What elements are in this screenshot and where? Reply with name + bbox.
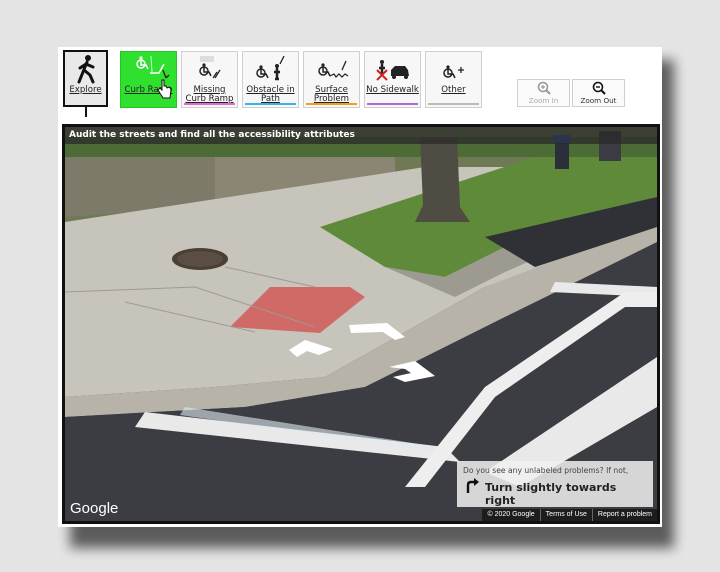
other-label: Other [441,85,466,95]
report-problem-link[interactable]: Report a problem [591,509,657,521]
no-sidewalk-label: No Sidewalk [366,85,419,95]
audit-app: Explore Curb Ramp Missing Curb Ramp Obst… [58,47,662,527]
other-icon [426,52,481,86]
obstacle-label: Obstacle in Path [246,85,295,104]
obstacle-button[interactable]: Obstacle in Path [242,51,299,108]
obstacle-color-bar [245,103,296,105]
missing-curb-ramp-button[interactable]: Missing Curb Ramp [181,51,238,108]
zoom-out-label: Zoom Out [580,96,617,105]
copyright-text: © 2020 Google [487,511,535,518]
prompt-action-label: Turn slightly towards right [485,481,617,507]
no-sidewalk-button[interactable]: No Sidewalk [364,51,421,108]
map-footer: © 2020 Google Terms of Use Report a prob… [482,509,657,521]
zoom-out-button[interactable]: Zoom Out [572,79,625,107]
surface-problem-button[interactable]: Surface Problem [303,51,360,108]
prompt-question: Do you see any unlabeled problems? If no… [463,466,629,475]
zoom-in-icon [518,80,569,96]
explore-pointer [85,107,87,117]
prompt-action[interactable]: Turn slightly towards right [463,478,647,507]
missing-curb-ramp-color-bar [184,103,235,105]
no-sidewalk-icon [365,52,420,86]
google-logo: Google [70,500,119,517]
zoom-out-icon [573,80,624,96]
turn-right-arrow-icon [466,478,479,493]
label-toolbar: Explore Curb Ramp Missing Curb Ramp Obst… [58,47,662,123]
zoom-in-label: Zoom In [528,96,559,105]
surface-problem-icon [304,52,359,86]
explore-button[interactable]: Explore [63,50,108,117]
explore-label: Explore [69,85,102,95]
other-button[interactable]: Other [425,51,482,108]
terms-of-use-link[interactable]: Terms of Use [539,509,592,521]
hand-cursor-icon [157,79,172,99]
walking-person-icon [65,52,106,86]
obstacle-icon [243,52,298,86]
street-view-panorama[interactable]: Audit the streets and find all the acces… [62,124,660,524]
navigation-prompt[interactable]: Do you see any unlabeled problems? If no… [457,461,653,507]
surface-problem-label: Surface Problem [313,85,350,104]
missing-curb-ramp-label: Missing Curb Ramp [185,85,234,104]
zoom-in-button[interactable]: Zoom In [517,79,570,107]
other-color-bar [428,103,479,105]
task-banner: Audit the streets and find all the acces… [65,127,657,144]
missing-curb-ramp-icon [182,52,237,86]
surface-problem-color-bar [306,103,357,105]
no-sidewalk-color-bar [367,103,418,105]
